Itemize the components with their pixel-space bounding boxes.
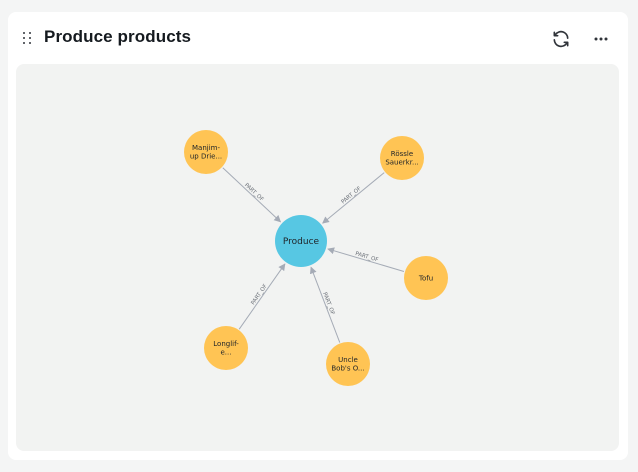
node-n2[interactable]: RössleSauerkr...	[380, 136, 424, 180]
node-n3[interactable]: Tofu	[404, 256, 448, 300]
refresh-button[interactable]	[547, 25, 575, 53]
more-options-button[interactable]	[587, 25, 615, 53]
node-label: Uncle	[338, 356, 358, 364]
node-label: Produce	[283, 237, 320, 247]
edge-label: PART_OF	[340, 186, 362, 206]
node-label: Rössle	[391, 150, 413, 158]
edge-label: PART_OF	[250, 283, 269, 306]
node-label: up Drie...	[190, 153, 222, 161]
edge-label: PART_OF	[243, 182, 264, 203]
node-label: Sauerkr...	[385, 159, 418, 167]
node-label: Tofu	[418, 274, 433, 282]
node-label: e...	[221, 349, 232, 357]
graph-canvas[interactable]: PART_OF PART_OF PART_OF PART_OF PART_OF Prod…	[16, 64, 619, 451]
node-label: Bob's O...	[331, 365, 364, 373]
node-n5[interactable]: Longlif-e...	[204, 326, 248, 370]
node-label: Longlif-	[213, 340, 239, 348]
graph-visualization[interactable]: PART_OF PART_OFPART_OFPART_OFPART_OF Prod…	[16, 64, 619, 451]
card-title: Produce products	[44, 27, 192, 46]
node-produce[interactable]: Produce	[275, 215, 327, 267]
card-header: Produce products	[8, 12, 628, 64]
node-n1[interactable]: Manjim-up Drie...	[184, 130, 228, 174]
node-label: Manjim-	[192, 144, 220, 152]
produce-products-card: Produce products PART_OF PART_OF PART_OF PA…	[8, 12, 628, 460]
refresh-icon	[553, 30, 569, 48]
more-horizontal-icon	[594, 37, 608, 41]
drag-handle-icon[interactable]	[22, 31, 34, 47]
edge-label: PART_OF	[355, 251, 379, 263]
node-n4[interactable]: UncleBob's O...	[326, 342, 370, 386]
